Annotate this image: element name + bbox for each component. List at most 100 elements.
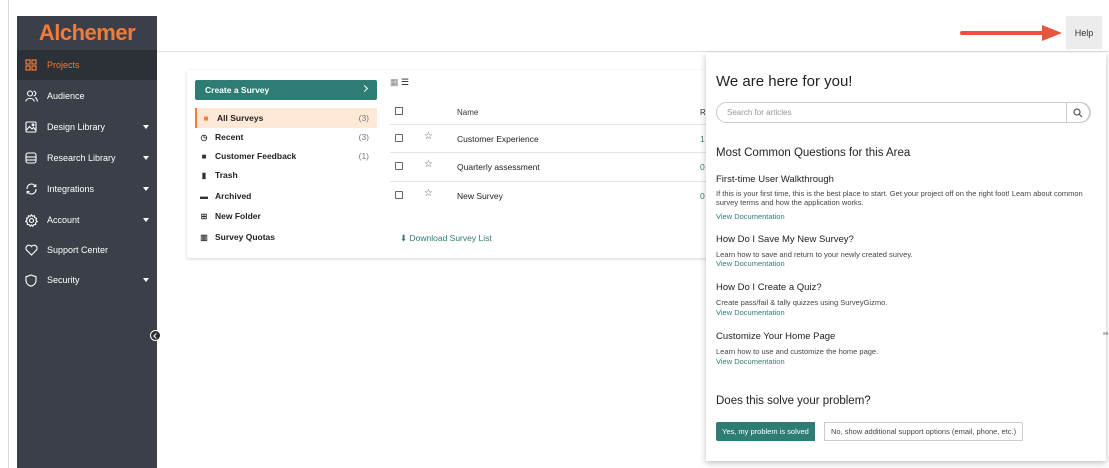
survey-name[interactable]: Quarterly assessment xyxy=(457,162,540,172)
sidebar-item-label: Integrations xyxy=(47,184,95,194)
yes-solved-button[interactable]: Yes, my problem is solved xyxy=(716,422,815,441)
sidebar-item-integrations[interactable]: Integrations xyxy=(17,174,157,204)
question-description: Create pass/fail & tally quizzes using S… xyxy=(716,298,888,307)
sidebar-item-label: Account xyxy=(47,215,80,225)
archive-icon: ▬ xyxy=(200,191,208,201)
folder-trash[interactable]: ▮ Trash xyxy=(195,165,377,185)
sidebar-item-label: Security xyxy=(47,275,80,285)
sidebar-item-account[interactable]: Account xyxy=(17,205,157,235)
sidebar-collapse-button[interactable] xyxy=(150,330,161,341)
column-header-responses[interactable]: R xyxy=(700,108,706,117)
sidebar-item-security[interactable]: Security xyxy=(17,265,157,295)
view-toggle[interactable]: ▦ ☰ xyxy=(390,77,409,88)
star-icon[interactable]: ☆ xyxy=(424,131,433,142)
new-folder-button[interactable]: ⊞ New Folder xyxy=(195,206,377,226)
star-icon[interactable]: ☆ xyxy=(424,188,433,199)
select-all-checkbox[interactable] xyxy=(395,107,403,115)
sidebar-item-projects[interactable]: Projects xyxy=(17,50,157,80)
row-checkbox[interactable] xyxy=(395,134,403,142)
sidebar-item-design-library[interactable]: Design Library xyxy=(17,112,157,142)
folder-label: Archived xyxy=(215,191,252,201)
view-documentation-link[interactable]: View Documentation xyxy=(716,259,785,268)
trash-icon: ▮ xyxy=(201,170,207,180)
list-view-icon[interactable]: ☰ xyxy=(401,77,409,87)
create-survey-button[interactable]: Create a Survey xyxy=(195,80,377,100)
folder-recent[interactable]: ◷ Recent (3) xyxy=(195,127,377,147)
view-documentation-link[interactable]: View Documentation xyxy=(716,212,785,221)
folder-icon: ■ xyxy=(201,151,207,161)
logo[interactable]: Alchemer xyxy=(17,16,157,50)
column-header-name[interactable]: Name xyxy=(457,108,478,117)
download-survey-list-link[interactable]: ⬇ Download Survey List xyxy=(400,233,492,244)
chevron-down-icon xyxy=(143,156,149,160)
row-checkbox[interactable] xyxy=(395,162,403,170)
folder-count: (3) xyxy=(358,113,369,123)
more-support-button[interactable]: No, show additional support options (ema… xyxy=(824,422,1024,441)
view-documentation-link[interactable]: View Documentation xyxy=(716,357,785,366)
shield-icon xyxy=(24,273,38,287)
help-panel: We are here for you! Search for articles… xyxy=(706,53,1106,461)
chevron-down-icon xyxy=(143,218,149,222)
grid-icon xyxy=(24,58,38,72)
response-count[interactable]: 1 xyxy=(700,134,705,144)
sidebar-item-research-library[interactable]: Research Library xyxy=(17,143,157,173)
star-icon[interactable]: ☆ xyxy=(424,159,433,170)
clipped-edge-text: se xyxy=(1103,331,1109,337)
question-description: If this is your first time, this is the … xyxy=(716,189,1083,207)
view-documentation-link[interactable]: View Documentation xyxy=(716,308,785,317)
sidebar-item-support-center[interactable]: Support Center xyxy=(17,235,157,265)
chevron-right-icon xyxy=(360,84,369,93)
download-icon: ⬇ xyxy=(400,233,408,243)
search-placeholder: Search for articles xyxy=(727,108,792,117)
search-input[interactable]: Search for articles xyxy=(716,102,1091,123)
sidebar-item-label: Design Library xyxy=(47,122,106,132)
gear-icon xyxy=(24,213,38,227)
folder-all-surveys[interactable]: ■ All Surveys (3) xyxy=(195,108,377,128)
folder-label: Survey Quotas xyxy=(215,232,275,242)
question-title[interactable]: Customize Your Home Page xyxy=(716,331,835,342)
chevron-down-icon xyxy=(143,278,149,282)
plus-icon: ⊞ xyxy=(200,211,208,221)
chevron-down-icon xyxy=(143,187,149,191)
image-icon xyxy=(24,120,38,134)
folder-label: Recent xyxy=(215,132,244,142)
folder-archived[interactable]: ▬ Archived xyxy=(195,186,377,206)
search-button[interactable] xyxy=(1066,102,1090,123)
table-row[interactable]: ☆ New Survey 0 xyxy=(390,181,720,209)
users-icon xyxy=(24,89,38,103)
heart-icon xyxy=(24,243,38,257)
solve-question: Does this solve your problem? xyxy=(716,395,871,407)
grid-view-icon[interactable]: ▦ xyxy=(390,77,399,87)
question-title[interactable]: How Do I Create a Quiz? xyxy=(716,282,822,293)
survey-name[interactable]: Customer Experience xyxy=(457,134,539,144)
question-description: Learn how to save and return to your new… xyxy=(716,250,913,259)
response-count[interactable]: 0 xyxy=(700,191,705,201)
sync-icon xyxy=(24,182,38,196)
arrow-annotation-icon xyxy=(960,25,1062,41)
folder-customer-feedback[interactable]: ■ Customer Feedback (1) xyxy=(195,146,377,166)
question-title[interactable]: How Do I Save My New Survey? xyxy=(716,234,854,245)
bar-chart-icon: ▥ xyxy=(200,232,208,242)
table-row[interactable]: ☆ Quarterly assessment 0 xyxy=(390,152,720,180)
create-survey-label: Create a Survey xyxy=(205,85,270,95)
question-title[interactable]: First-time User Walkthrough xyxy=(716,174,834,185)
chevron-down-icon xyxy=(143,125,149,129)
survey-quotas-link[interactable]: ▥ Survey Quotas xyxy=(195,227,377,247)
sidebar-item-label: Support Center xyxy=(47,245,109,255)
question-description: Learn how to use and customize the home … xyxy=(716,347,879,356)
folder-label: New Folder xyxy=(215,211,261,221)
search-icon xyxy=(1073,107,1083,117)
folder-label: All Surveys xyxy=(217,113,264,123)
help-button[interactable]: Help xyxy=(1066,16,1102,49)
sidebar-item-label: Audience xyxy=(47,91,85,101)
section-title: Most Common Questions for this Area xyxy=(716,147,911,159)
sidebar-item-audience[interactable]: Audience xyxy=(17,81,157,111)
survey-name[interactable]: New Survey xyxy=(457,191,503,201)
table-row[interactable]: ☆ Customer Experience 1 xyxy=(390,124,720,152)
help-panel-title: We are here for you! xyxy=(716,73,853,90)
database-icon xyxy=(24,151,38,165)
folder-label: Trash xyxy=(215,170,238,180)
row-checkbox[interactable] xyxy=(395,191,403,199)
sidebar-item-label: Projects xyxy=(47,60,80,70)
response-count[interactable]: 0 xyxy=(700,162,705,172)
